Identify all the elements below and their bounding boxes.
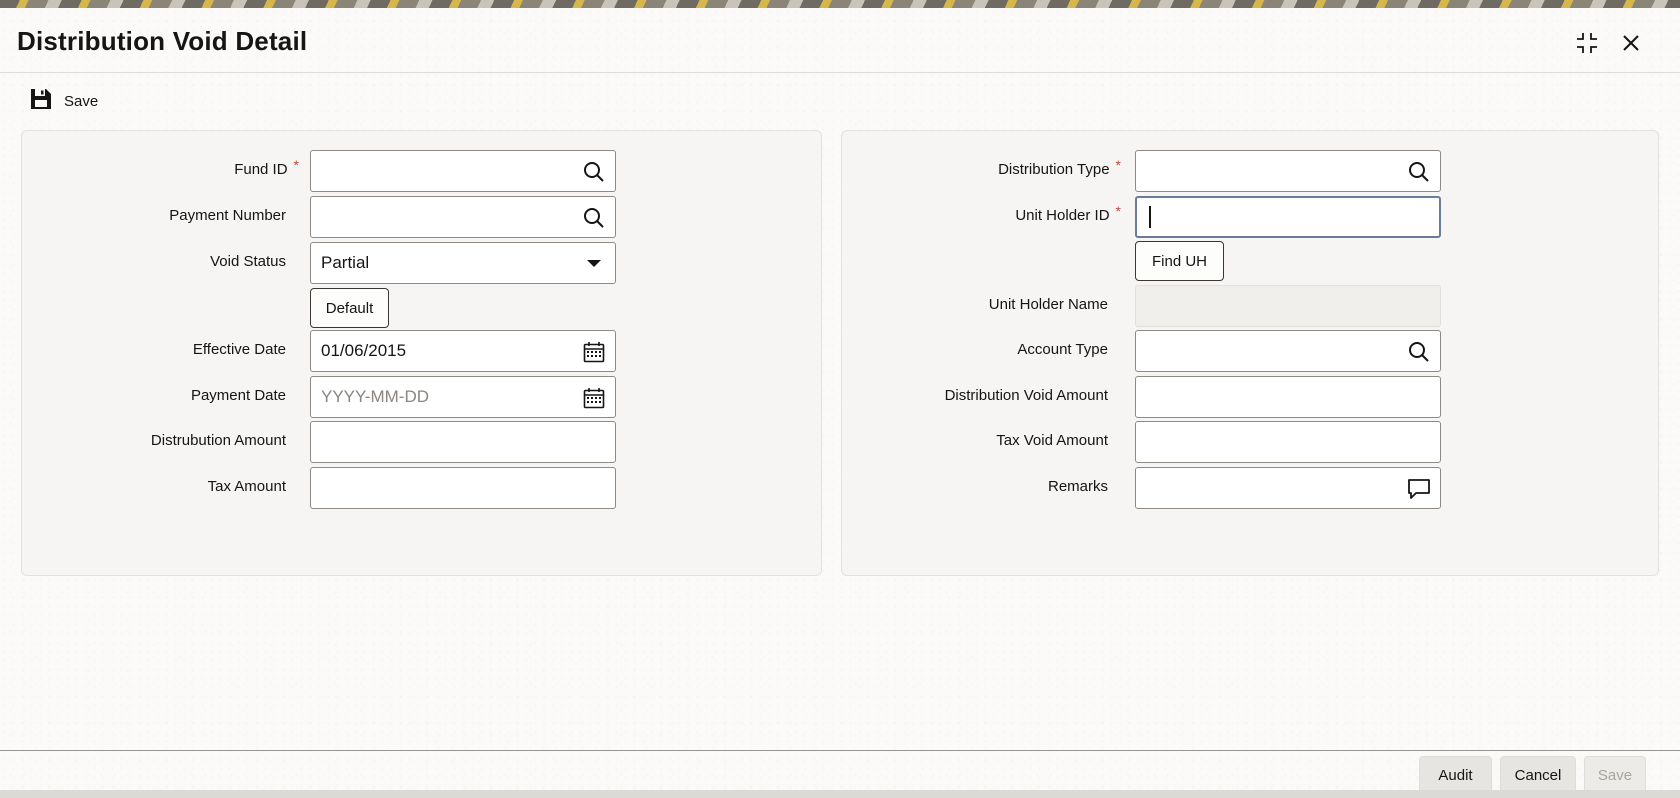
find-uh-button[interactable]: Find UH [1135, 241, 1224, 281]
left-form-panel: Fund ID * Payment Number Void Status Part… [21, 130, 822, 576]
tax-void-amount-field[interactable] [1135, 421, 1441, 463]
payment-number-field[interactable] [310, 196, 616, 238]
calendar-icon[interactable] [582, 386, 606, 410]
fund-id-label: Fund ID * [234, 157, 299, 178]
header-divider [0, 72, 1680, 73]
distribution-void-amount-label: Distribution Void Amount [944, 387, 1108, 404]
dropdown-arrow-icon[interactable] [582, 252, 606, 276]
collapse-icon[interactable] [1574, 30, 1600, 56]
calendar-icon[interactable] [582, 340, 606, 364]
search-icon[interactable] [582, 206, 606, 230]
fund-id-field[interactable] [310, 150, 616, 192]
right-form-panel: Distribution Type * Unit Holder ID * Find … [841, 130, 1659, 576]
payment-date-field[interactable]: YYYY-MM-DD [310, 376, 616, 418]
distribution-type-field[interactable] [1135, 150, 1441, 192]
void-status-label: Void Status [210, 253, 286, 270]
search-icon[interactable] [1407, 160, 1431, 184]
required-marker: * [293, 157, 299, 173]
toolbar-save-button[interactable]: Save [30, 88, 98, 115]
remarks-field[interactable] [1135, 467, 1441, 509]
window-controls [1574, 30, 1644, 56]
remarks-label: Remarks [1047, 478, 1108, 495]
close-icon[interactable] [1618, 30, 1644, 56]
payment-date-label: Payment Date [190, 387, 286, 404]
default-button[interactable]: Default [310, 288, 389, 328]
page-title: Distribution Void Detail [17, 26, 308, 56]
text-cursor [1149, 206, 1151, 228]
unit-holder-name-label: Unit Holder Name [988, 296, 1108, 313]
cancel-button[interactable]: Cancel [1500, 756, 1576, 794]
tax-void-amount-label: Tax Void Amount [996, 432, 1108, 449]
effective-date-field[interactable]: 01/06/2015 [310, 330, 616, 372]
unit-holder-id-label: Unit Holder ID * [1015, 203, 1121, 224]
toolbar-save-label: Save [64, 93, 99, 110]
distribution-void-amount-field[interactable] [1135, 376, 1441, 418]
required-marker: * [1115, 203, 1121, 219]
distribution-type-label: Distribution Type * [998, 157, 1121, 178]
bottom-strip [0, 790, 1680, 798]
unit-holder-name-field [1135, 285, 1441, 327]
effective-date-label: Effective Date [192, 341, 286, 358]
search-icon[interactable] [1407, 340, 1431, 364]
search-icon[interactable] [582, 160, 606, 184]
footer-divider [0, 750, 1680, 751]
floppy-disk-icon [30, 88, 52, 115]
dialog: Distribution Void Detail Save Fund ID * … [0, 8, 1680, 794]
header-banner [0, 0, 1680, 8]
audit-button[interactable]: Audit [1419, 756, 1492, 794]
distribution-amount-field[interactable] [310, 421, 616, 463]
account-type-label: Account Type [1017, 341, 1108, 358]
tax-amount-field[interactable] [310, 467, 616, 509]
distribution-amount-label: Distrubution Amount [150, 432, 286, 449]
void-status-select[interactable]: Partial [310, 242, 616, 284]
comment-icon[interactable] [1407, 477, 1431, 501]
unit-holder-id-field[interactable] [1135, 196, 1441, 238]
account-type-field[interactable] [1135, 330, 1441, 372]
required-marker: * [1115, 157, 1121, 173]
tax-amount-label: Tax Amount [207, 478, 286, 495]
footer-save-button[interactable]: Save [1584, 756, 1646, 794]
payment-number-label: Payment Number [169, 207, 286, 224]
